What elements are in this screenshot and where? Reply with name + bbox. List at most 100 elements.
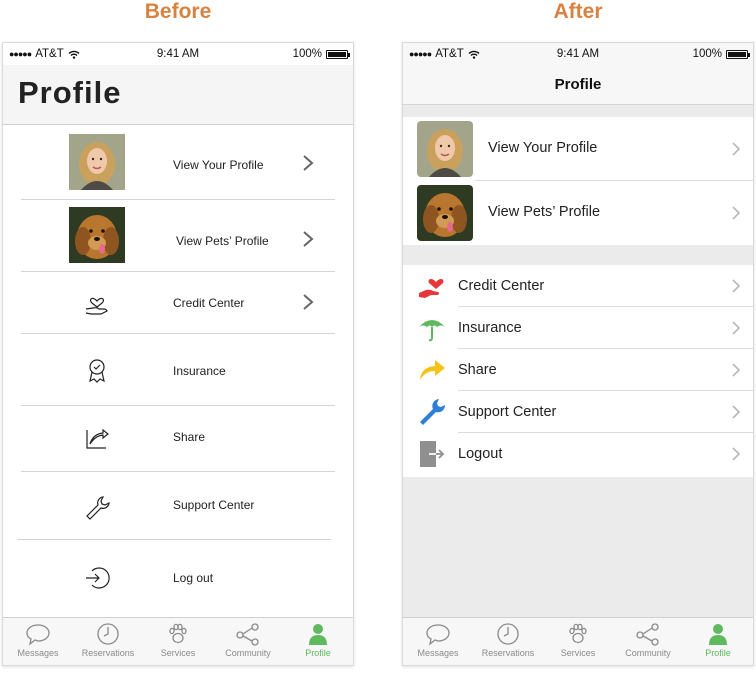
tab-services[interactable]: Services bbox=[543, 622, 613, 658]
tab-label: Reservations bbox=[81, 648, 135, 658]
list-item-label: Insurance bbox=[458, 320, 522, 336]
list-item-view-profile[interactable]: View Your Profile bbox=[21, 126, 335, 200]
paw-icon bbox=[169, 623, 187, 644]
woman-photo bbox=[417, 121, 473, 177]
list-item-label: Credit Center bbox=[173, 296, 245, 310]
tab-label: Community bbox=[625, 648, 671, 658]
tab-label: Reservations bbox=[481, 648, 535, 658]
before-phone-screen: ●●●●● AT&T 9:41 AM 100% Profile View You… bbox=[2, 42, 354, 666]
list-item-support-center[interactable]: Support Center bbox=[17, 472, 331, 540]
tab-label: Profile bbox=[305, 648, 331, 658]
battery-percent: 100% bbox=[692, 48, 722, 60]
tab-messages[interactable]: Messages bbox=[403, 622, 473, 658]
clock-icon bbox=[97, 623, 119, 645]
dog-photo bbox=[69, 207, 125, 263]
chevron-right-icon bbox=[732, 142, 741, 156]
list-item-label: Share bbox=[458, 362, 497, 378]
list-item-insurance[interactable]: Insurance bbox=[403, 307, 753, 349]
list-item-label: Log out bbox=[173, 571, 214, 585]
list-item-view-pets-profile[interactable]: View Pets’ Profile bbox=[21, 200, 335, 272]
chat-bubble-icon bbox=[26, 624, 50, 646]
chevron-right-icon bbox=[303, 155, 314, 171]
share-nodes-icon bbox=[636, 623, 659, 646]
tab-label: Messages bbox=[417, 648, 459, 658]
list-item-credit-center[interactable]: Credit Center bbox=[21, 272, 335, 334]
tab-messages[interactable]: Messages bbox=[3, 622, 73, 658]
battery-icon bbox=[726, 49, 750, 59]
hand-heart-icon bbox=[419, 279, 444, 298]
list-item-support-center[interactable]: Support Center bbox=[403, 391, 753, 433]
tab-profile[interactable]: Profile bbox=[683, 622, 753, 658]
chevron-right-icon bbox=[732, 363, 741, 377]
after-heading: After bbox=[553, 0, 603, 23]
status-bar: ●●●●● AT&T 9:41 AM 100% bbox=[3, 43, 353, 65]
logout-door-icon bbox=[420, 441, 445, 467]
share-arrow-icon bbox=[420, 360, 445, 380]
chevron-right-icon bbox=[732, 321, 741, 335]
list-item-view-profile[interactable]: View Your Profile bbox=[403, 117, 753, 181]
large-title-bar: Profile bbox=[3, 65, 353, 125]
chat-bubble-icon bbox=[426, 624, 450, 646]
tab-community[interactable]: Community bbox=[213, 622, 283, 658]
tab-label: Profile bbox=[705, 648, 731, 658]
person-icon bbox=[709, 624, 727, 645]
tab-reservations[interactable]: Reservations bbox=[73, 622, 143, 658]
list-item-label: View Your Profile bbox=[173, 158, 264, 172]
list-item-label: View Your Profile bbox=[488, 140, 598, 156]
list-item-label: View Pets’ Profile bbox=[176, 234, 269, 248]
tab-bar: Messages Reservations Services Community… bbox=[403, 617, 753, 665]
list-item-share[interactable]: Share bbox=[403, 349, 753, 391]
status-bar: ●●●●● AT&T 9:41 AM 100% bbox=[403, 43, 753, 65]
share-arrow-icon bbox=[86, 428, 109, 449]
list-item-label: Support Center bbox=[173, 498, 255, 512]
battery-percent: 100% bbox=[292, 48, 322, 60]
after-phone-screen: ●●●●● AT&T 9:41 AM 100% Profile View You… bbox=[402, 42, 754, 666]
chevron-right-icon bbox=[303, 231, 314, 247]
tab-label: Community bbox=[225, 648, 271, 658]
list-item-insurance[interactable]: Insurance bbox=[21, 334, 335, 406]
award-badge-icon bbox=[89, 359, 105, 383]
tab-label: Services bbox=[160, 648, 196, 658]
chevron-right-icon bbox=[732, 405, 741, 419]
woman-photo bbox=[69, 134, 125, 190]
chevron-right-icon bbox=[732, 279, 741, 293]
tab-profile[interactable]: Profile bbox=[283, 622, 353, 658]
tab-bar: Messages Reservations Services Community… bbox=[3, 617, 353, 665]
list-item-label: Credit Center bbox=[458, 278, 545, 294]
list-item-view-pets-profile[interactable]: View Pets’ Profile bbox=[403, 181, 753, 245]
tab-community[interactable]: Community bbox=[613, 622, 683, 658]
chevron-right-icon bbox=[732, 447, 741, 461]
person-icon bbox=[309, 624, 327, 645]
list-item-label: Support Center bbox=[458, 404, 557, 420]
page-title: Profile bbox=[554, 76, 602, 93]
list-item-credit-center[interactable]: Credit Center bbox=[403, 265, 753, 307]
tab-label: Messages bbox=[17, 648, 59, 658]
list-item-share[interactable]: Share bbox=[21, 406, 335, 472]
battery-icon bbox=[326, 49, 350, 59]
chevron-right-icon bbox=[732, 206, 741, 220]
nav-bar: Profile bbox=[403, 65, 753, 105]
hand-heart-icon bbox=[85, 297, 108, 315]
page-title: Profile bbox=[18, 75, 122, 110]
paw-icon bbox=[569, 623, 587, 644]
umbrella-icon bbox=[419, 320, 445, 342]
clock-icon bbox=[497, 623, 519, 645]
profile-group: View Your Profile View Pets’ Profile bbox=[403, 117, 753, 245]
share-nodes-icon bbox=[236, 623, 259, 646]
list-item-label: View Pets’ Profile bbox=[488, 204, 601, 220]
tab-label: Services bbox=[560, 648, 596, 658]
list-item-label: Share bbox=[173, 430, 206, 444]
wrench-icon bbox=[420, 399, 446, 425]
wrench-icon bbox=[86, 496, 110, 520]
list-item-logout[interactable]: Logout bbox=[403, 433, 753, 475]
tab-reservations[interactable]: Reservations bbox=[473, 622, 543, 658]
chevron-right-icon bbox=[303, 294, 314, 310]
menu-group: Credit Center Insurance Share Support Ce… bbox=[403, 265, 753, 477]
logout-circle-icon bbox=[86, 567, 110, 589]
dog-photo bbox=[417, 185, 473, 241]
tab-services[interactable]: Services bbox=[143, 622, 213, 658]
before-heading: Before bbox=[144, 0, 212, 23]
list-item-label: Insurance bbox=[173, 364, 226, 378]
list-item-log-out[interactable]: Log out bbox=[21, 540, 335, 614]
list-item-label: Logout bbox=[458, 446, 503, 462]
